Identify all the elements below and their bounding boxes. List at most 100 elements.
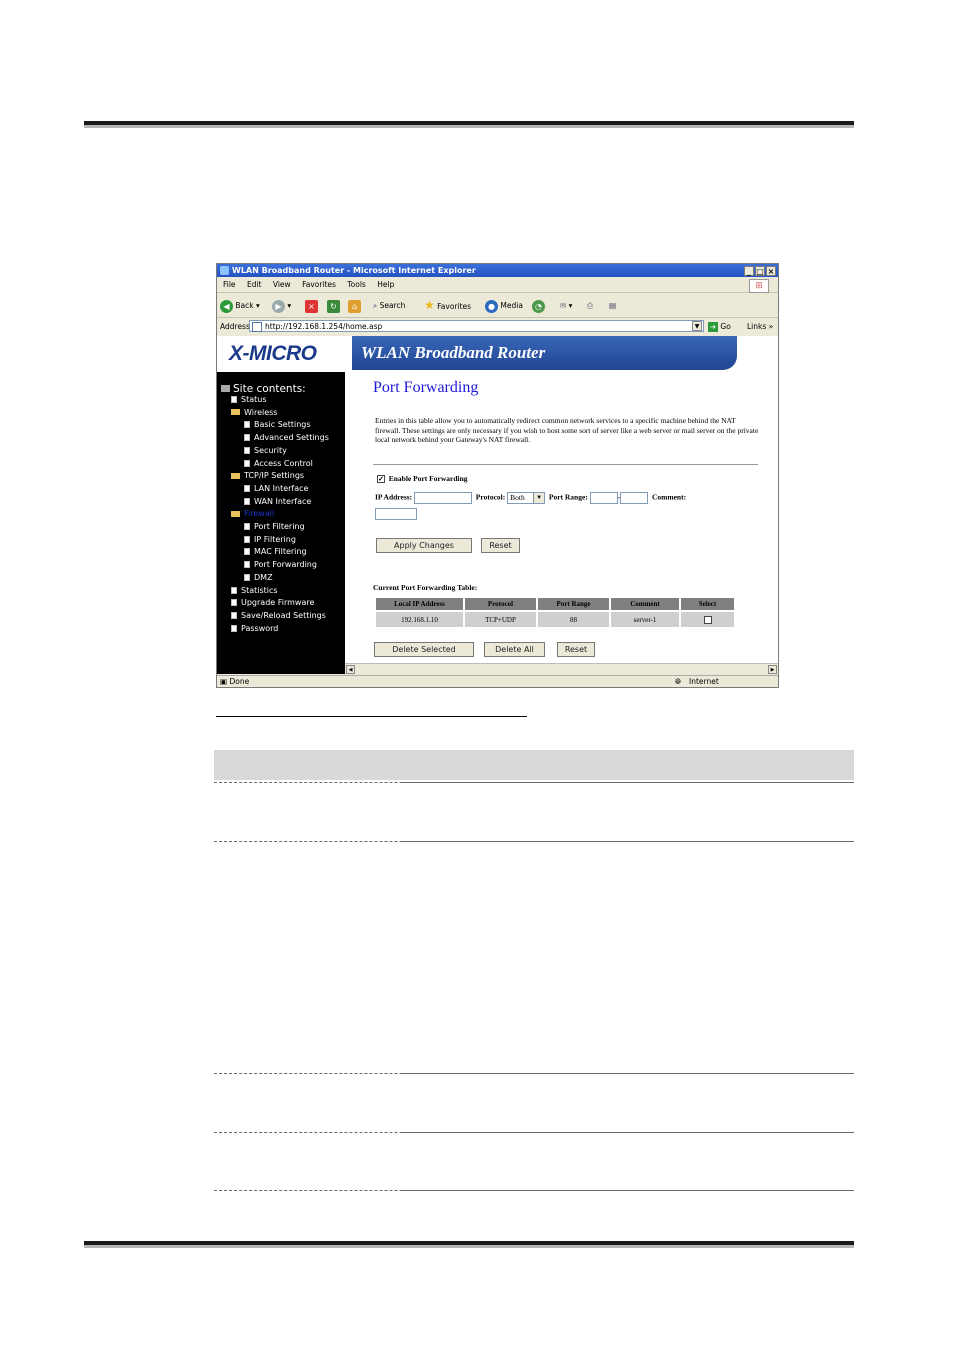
sidebar-title: Site contents:: [221, 383, 306, 395]
menu-tools[interactable]: Tools: [347, 280, 365, 289]
scroll-right-icon[interactable]: ▶: [768, 665, 777, 674]
sidebar-item-port-forwarding[interactable]: Port Forwarding: [244, 560, 317, 569]
sidebar-item-wireless[interactable]: Wireless: [231, 408, 277, 417]
favorites-button[interactable]: ★ Favorites: [424, 298, 471, 313]
maximize-button[interactable]: □: [755, 266, 765, 276]
history-button[interactable]: ◔: [532, 298, 545, 313]
sidebar-title-text: Site contents:: [233, 383, 306, 395]
sidebar-item-tcp-ip-settings[interactable]: TCP/IP Settings: [231, 471, 304, 480]
print-button[interactable]: ⎙: [587, 298, 593, 313]
search-icon: ⌕: [373, 301, 378, 310]
sidebar-item-save-reload-settings[interactable]: Save/Reload Settings: [231, 611, 326, 620]
windows-logo-icon: ⊞: [749, 279, 769, 293]
sidebar-item-statistics[interactable]: Statistics: [231, 586, 278, 595]
enable-port-forwarding[interactable]: ✓ Enable Port Forwarding: [377, 474, 468, 484]
sidebar-item-dmz[interactable]: DMZ: [244, 573, 273, 582]
status-bar: ▣ Done 🌐︎ Internet: [217, 675, 778, 688]
menu-favorites[interactable]: Favorites: [302, 280, 336, 289]
back-arrow-icon: ◀: [220, 299, 233, 313]
chevron-down-icon: ▼: [533, 493, 545, 503]
mail-icon: ✉: [560, 301, 567, 310]
delete-selected-button[interactable]: Delete Selected: [374, 642, 474, 657]
go-arrow-icon: ➔: [708, 322, 718, 332]
page-icon: [244, 523, 250, 530]
sidebar-item-label: Security: [254, 445, 287, 455]
page-viewport: X-MICRO WLAN Broadband Router Site conte…: [217, 336, 778, 674]
delete-all-button[interactable]: Delete All: [484, 642, 545, 657]
go-button[interactable]: ➔ Go: [708, 319, 731, 334]
enable-checkbox[interactable]: ✓: [377, 475, 385, 484]
ip-address-input[interactable]: [414, 492, 473, 504]
page-icon: [244, 434, 250, 442]
horizontal-scrollbar[interactable]: ◀ ▶: [345, 663, 778, 674]
minimize-button[interactable]: _: [744, 266, 754, 276]
page-icon: [244, 421, 250, 429]
sidebar-item-label: IP Filtering: [254, 534, 296, 544]
history-icon: ◔: [532, 299, 545, 313]
logo-text: X-MICRO: [229, 342, 317, 365]
port-forwarding-table: Local IP Address Protocol Port Range Com…: [374, 596, 736, 629]
sidebar-item-upgrade-firmware[interactable]: Upgrade Firmware: [231, 598, 314, 607]
stop-button[interactable]: ×: [305, 298, 318, 313]
menu-file[interactable]: File: [223, 280, 236, 289]
sidebar-item-label: Save/Reload Settings: [241, 610, 326, 620]
sidebar-item-label: Wireless: [244, 407, 278, 417]
sidebar-item-lan-interface[interactable]: LAN Interface: [244, 484, 308, 493]
favorites-label: Favorites: [437, 302, 472, 311]
page-icon: [231, 624, 237, 632]
sidebar-item-basic-settings[interactable]: Basic Settings: [244, 420, 311, 429]
reset-button[interactable]: Reset: [481, 538, 520, 553]
apply-changes-button[interactable]: Apply Changes: [376, 538, 472, 553]
address-input[interactable]: http://192.168.1.254/home.asp ▼: [249, 320, 704, 332]
sidebar-item-status[interactable]: Status: [231, 395, 267, 404]
search-button[interactable]: ⌕ Search: [373, 298, 405, 313]
menu-view[interactable]: View: [273, 280, 291, 289]
page-icon: [244, 484, 250, 492]
menu-edit[interactable]: Edit: [247, 280, 262, 289]
menu-help[interactable]: Help: [377, 280, 394, 289]
reset-button-2[interactable]: Reset: [557, 642, 595, 657]
browser-window: WLAN Broadband Router - Microsoft Intern…: [216, 263, 779, 688]
page-description: Entries in this table allow you to autom…: [375, 416, 759, 444]
sidebar-item-security[interactable]: Security: [244, 446, 287, 455]
ie-icon: [220, 266, 229, 275]
ip-address-label: IP Address:: [375, 492, 413, 502]
select-checkbox[interactable]: [703, 615, 712, 624]
sidebar-item-mac-filtering[interactable]: MAC Filtering: [244, 547, 307, 556]
sidebar-item-password[interactable]: Password: [231, 624, 278, 633]
port-range-end-input[interactable]: [620, 492, 649, 504]
sidebar-item-port-filtering[interactable]: Port Filtering: [244, 522, 305, 531]
home-button[interactable]: ⌂: [348, 298, 361, 313]
home-icon: ⌂: [348, 299, 361, 313]
sidebar-item-advanced-settings[interactable]: Advanced Settings: [244, 433, 329, 442]
close-button[interactable]: ×: [766, 266, 776, 276]
sidebar-item-label: Status: [241, 395, 267, 404]
edit-button[interactable]: ▤: [609, 298, 616, 313]
port-range-label: Port Range:: [548, 492, 588, 502]
back-button[interactable]: ◀ Back ▾: [220, 298, 260, 313]
address-label: Address: [220, 322, 250, 331]
protocol-select[interactable]: Both ▼: [507, 492, 546, 504]
page-icon: [244, 548, 250, 556]
col-select: Select: [681, 598, 734, 610]
sidebar-item-ip-filtering[interactable]: IP Filtering: [244, 535, 296, 544]
sidebar-item-label: Password: [241, 623, 279, 633]
print-icon: ⎙: [587, 301, 593, 310]
forward-button[interactable]: ▶ ▾: [272, 298, 291, 313]
sidebar-item-firewall[interactable]: Firewall: [231, 509, 274, 518]
refresh-button[interactable]: ↻: [327, 298, 340, 313]
comment-input[interactable]: [375, 508, 417, 520]
forward-arrow-icon: ▶: [272, 299, 285, 313]
scroll-left-icon[interactable]: ◀: [346, 665, 355, 674]
menu-bar: File Edit View Favorites Tools Help ⊞: [217, 278, 778, 293]
sidebar-item-access-control[interactable]: Access Control: [244, 459, 313, 468]
globe-icon: 🌐︎: [675, 677, 681, 686]
sidebar-item-label: Advanced Settings: [254, 433, 329, 443]
sidebar-item-wan-interface[interactable]: WAN Interface: [244, 497, 311, 506]
address-dropdown-icon[interactable]: ▼: [692, 321, 702, 331]
mail-button[interactable]: ✉ ▾: [560, 298, 572, 313]
links-button[interactable]: Links »: [747, 319, 773, 334]
media-button[interactable]: ● Media: [485, 298, 523, 313]
protocol-label: Protocol:: [475, 492, 506, 502]
port-range-start-input[interactable]: [589, 492, 618, 504]
